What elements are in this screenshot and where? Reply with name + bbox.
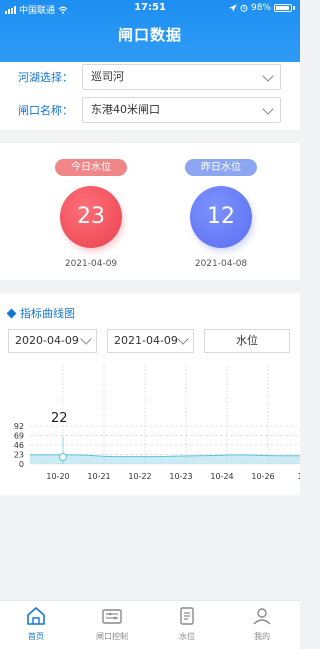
tab-profile-label: 我的 [254,632,270,641]
yesterday-level-date: 2021-04-08 [194,259,248,269]
y-tick-label: 0 [19,460,24,469]
tab-home[interactable]: 首页 [6,606,66,642]
chart-section-heading: 指标曲线图 [6,305,75,321]
x-tick-label: 10-20 [46,472,69,481]
end-date-picker[interactable]: 2021-04-09 [107,329,194,353]
river-select[interactable]: 巡司河 [82,64,281,90]
x-tick-label: 10- [297,472,300,481]
home-icon [27,607,45,625]
tab-gate-control-label: 闸口控制 [96,632,128,641]
tab-water-level[interactable]: 水位 [157,606,217,642]
tab-water-level-label: 水位 [179,632,195,641]
chevron-down-icon [80,333,92,345]
app-header: 中国联通 17:51 98% 闸口数据 [0,0,300,62]
start-date-picker[interactable]: 2020-04-09 [8,329,97,353]
yesterday-level-circle: 12 [190,186,252,248]
x-tick-label: 10-23 [169,472,192,481]
highlight-value-label: 22 [51,411,68,426]
x-tick-label: 10-22 [128,472,151,481]
tab-home-label: 首页 [28,632,44,641]
today-level-card: 今日水位 23 2021-04-09 [36,155,146,269]
user-icon [253,608,271,625]
filter-panel: 河湖选择： 巡司河 闸口名称： 东港40米闸口 [0,62,300,130]
gate-value: 东港40米闸口 [91,103,160,116]
yesterday-level-tag: 昨日水位 [185,159,257,176]
gate-control-icon [102,609,122,624]
y-tick-label: 46 [14,441,24,450]
gate-row: 闸口名称： 东港40米闸口 [0,95,300,125]
x-tick-label: 10-24 [210,472,233,481]
diamond-icon [6,308,17,318]
today-level-date: 2021-04-09 [64,259,118,269]
location-icon [228,4,237,12]
river-value: 巡司河 [91,70,124,83]
start-date-value: 2020-04-09 [15,334,79,347]
tab-gate-control[interactable]: 闸口控制 [82,606,142,642]
page-title: 闸口数据 [117,26,182,44]
today-level-tag: 今日水位 [55,159,127,176]
highlight-point [59,453,67,461]
y-tick-label: 69 [14,432,24,441]
water-level-panel: 今日水位 23 2021-04-09 昨日水位 12 2021-04-08 [0,143,300,280]
bottom-tabbar: 首页 闸口控制 水位 我的 [0,600,300,649]
battery-tip [293,6,295,10]
y-tick-label: 23 [14,451,24,460]
tab-profile[interactable]: 我的 [232,606,292,642]
gate-label: 闸口名称： [18,104,73,117]
y-tick-label: 92 [14,422,24,431]
yesterday-level-card: 昨日水位 12 2021-04-08 [166,155,276,269]
status-bar: 中国联通 17:51 98% [0,0,300,18]
river-label: 河湖选择： [18,71,73,84]
water-level-chart: 926946230 22 10-20 10-21 10-22 10-23 10-24 10-2… [14,366,300,481]
x-tick-label: 10-26 [251,472,274,481]
battery-percent: 98% [250,3,271,13]
alarm-icon [240,4,248,12]
metric-button[interactable]: 水位 [204,329,290,353]
chevron-down-icon [262,70,274,82]
gate-select[interactable]: 东港40米闸口 [82,97,281,123]
battery-icon [274,4,292,12]
document-icon [180,607,194,625]
end-date-value: 2021-04-09 [114,334,178,347]
today-level-circle: 23 [60,186,122,248]
river-row: 河湖选择： 巡司河 [0,62,300,92]
chevron-down-icon [177,333,189,345]
chart-section: 指标曲线图 2020-04-09 2021-04-09 水位 92 69 46 23 0… [0,293,300,495]
chevron-down-icon [262,103,274,115]
chart-section-title: 指标曲线图 [20,307,75,320]
x-tick-label: 10-21 [87,472,110,481]
